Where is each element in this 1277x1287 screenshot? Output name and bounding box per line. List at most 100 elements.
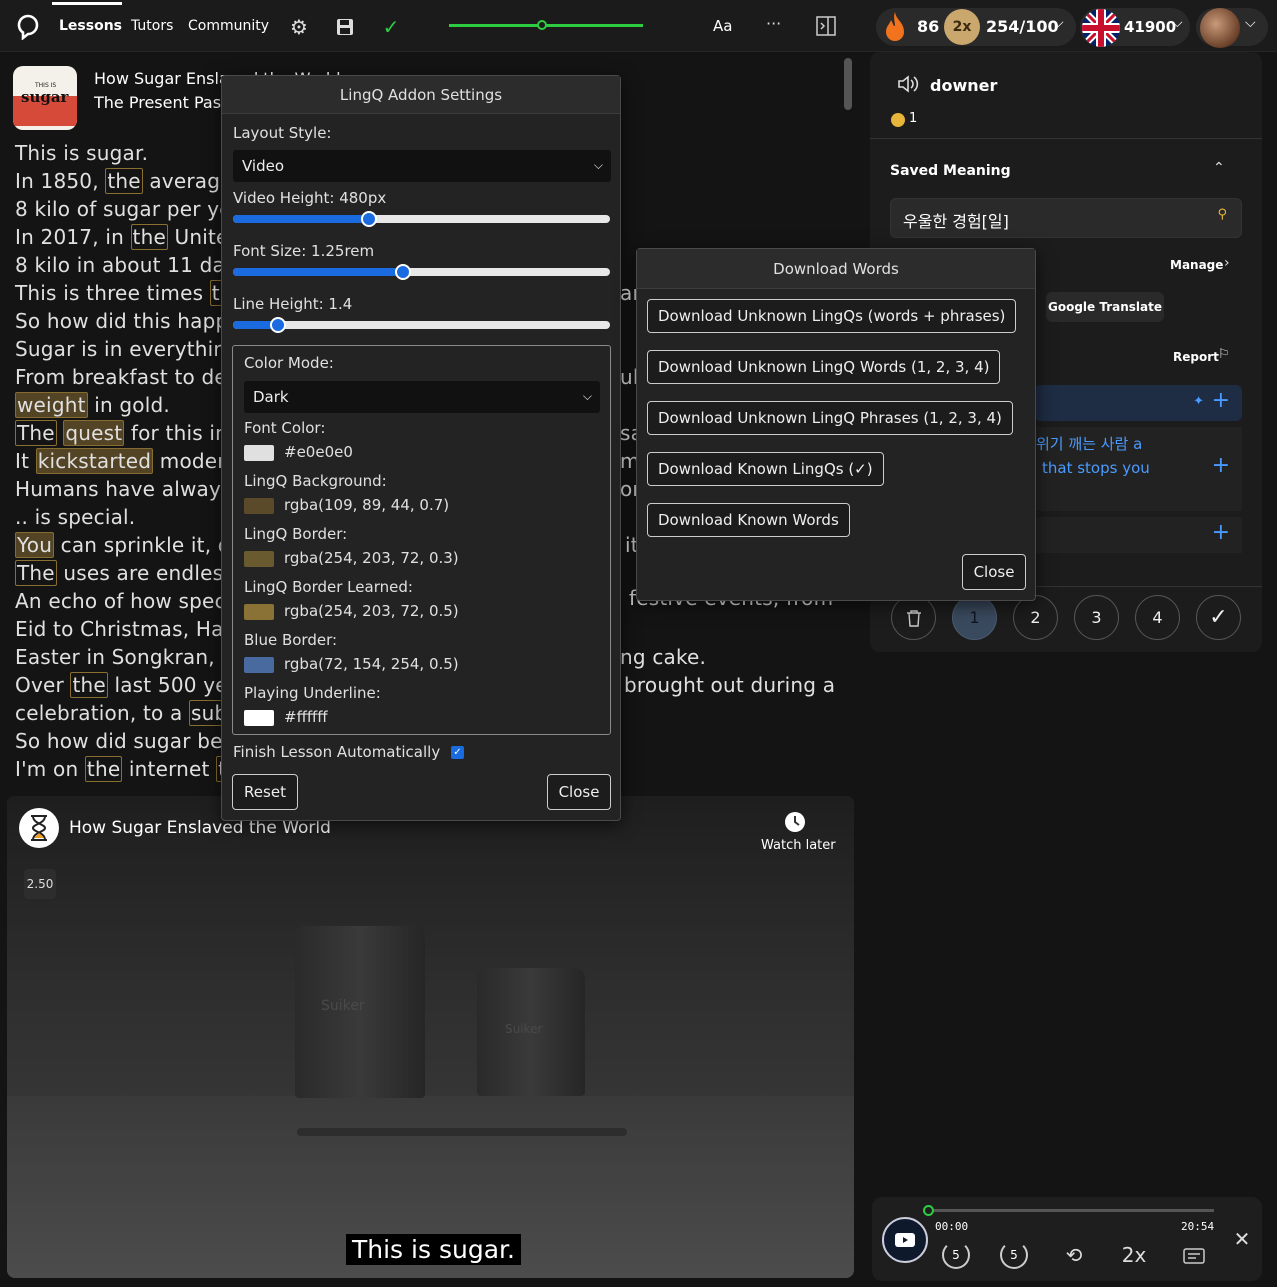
chevron-up-icon[interactable]: ⌃ <box>1213 160 1225 176</box>
download-known-words-button[interactable]: Download Known Words <box>647 503 850 537</box>
uk-flag-icon[interactable] <box>1082 9 1120 47</box>
reader-scrollbar[interactable] <box>844 58 852 110</box>
word[interactable]: average <box>143 169 233 193</box>
reader-line[interactable]: Humans have always <box>15 477 232 501</box>
transcript-icon[interactable] <box>1180 1241 1208 1269</box>
close-icon[interactable]: ✕ <box>1230 1227 1254 1251</box>
reader-line[interactable]: Over the last 500 yea <box>15 672 240 698</box>
chevron-down-icon[interactable]: ⌵ <box>1053 15 1064 31</box>
reader-line[interactable]: So how did sugar bec <box>15 729 234 753</box>
add-icon[interactable]: + <box>1212 520 1230 545</box>
word[interactable]: It <box>15 449 36 473</box>
chevron-down-icon[interactable]: ⌵ <box>1245 15 1256 31</box>
slider-knob[interactable] <box>395 264 411 280</box>
known-check-button[interactable]: ✓ <box>1196 595 1241 640</box>
lingq-word[interactable]: The <box>15 420 57 446</box>
reader-line[interactable]: celebration, to a subs <box>15 700 241 726</box>
google-translate-button[interactable]: Google Translate <box>1046 292 1164 322</box>
reset-button[interactable]: Reset <box>232 774 298 810</box>
layout-style-select[interactable]: Video ⌵ <box>233 150 611 182</box>
reader-line[interactable]: I'm on the internet th <box>15 756 242 782</box>
reader-line[interactable]: Sugar is in everything <box>15 337 239 361</box>
lingq-word[interactable]: the <box>70 672 108 698</box>
reader-fragment[interactable]: brought out during a <box>624 673 835 697</box>
lingq-border-swatch[interactable] <box>244 551 274 567</box>
audio-progress-knob[interactable] <box>923 1205 934 1216</box>
hint-card[interactable]: 위기 깨는 사람 a that stops you + <box>1034 427 1242 511</box>
slider-knob[interactable] <box>270 317 286 333</box>
lesson-progress-knob[interactable] <box>537 20 548 30</box>
reader-fragment[interactable]: ng cake. <box>620 645 706 669</box>
tab-tutors[interactable]: Tutors <box>131 18 173 34</box>
reader-line[interactable]: So how did this happe <box>15 309 241 333</box>
font-color-swatch[interactable] <box>244 445 274 461</box>
lingq-bg-swatch[interactable] <box>244 498 274 514</box>
font-size-slider[interactable] <box>233 264 610 280</box>
video-title[interactable]: How Sugar Enslaved the World <box>69 818 331 838</box>
save-icon[interactable] <box>334 16 356 38</box>
add-icon[interactable]: + <box>1212 388 1230 413</box>
lingq-logo-icon[interactable] <box>14 13 42 41</box>
reader-line[interactable]: It kickstarted modern <box>15 448 238 474</box>
lightbulb-icon[interactable]: ⚲ <box>1217 207 1227 222</box>
word[interactable]: celebration, to a <box>15 701 189 725</box>
download-known-lingqs-button[interactable]: Download Known LingQs (✓) <box>647 452 884 486</box>
audio-progress-track[interactable] <box>923 1205 1214 1216</box>
forward-5-icon[interactable]: 5 <box>1000 1241 1028 1269</box>
reader-line[interactable]: From breakfast to des <box>15 365 238 389</box>
sidebar-toggle-icon[interactable] <box>815 15 837 37</box>
line-height-slider[interactable] <box>233 317 610 333</box>
reader-line[interactable]: Eid to Christmas, Han <box>15 617 236 641</box>
reader-line[interactable]: This is sugar. <box>15 141 148 165</box>
sparkle-icon[interactable]: ✦ <box>1193 394 1204 409</box>
blue-border-swatch[interactable] <box>244 657 274 673</box>
reader-line[interactable]: The quest for this inn <box>15 420 241 446</box>
lingq-word[interactable]: quest <box>63 420 125 446</box>
reader-line[interactable]: weight in gold. <box>15 392 170 418</box>
meaning-textarea[interactable]: 우울한 경험[일] ⚲ <box>890 198 1242 238</box>
reader-line[interactable]: In 1850, the average <box>15 168 233 194</box>
word[interactable]: can sprinkle it, di <box>54 533 237 557</box>
lesson-progress-bar[interactable] <box>449 20 643 30</box>
manage-link[interactable]: Manage <box>1170 258 1223 272</box>
level-1-button[interactable]: 1 <box>952 595 997 640</box>
chevron-right-icon[interactable]: › <box>1224 255 1230 271</box>
reader-line[interactable]: This is three times the <box>15 280 248 306</box>
rewind-5-icon[interactable]: 5 <box>942 1241 970 1269</box>
word[interactable]: uses are endless, <box>57 561 241 585</box>
download-close-button[interactable]: Close <box>962 554 1026 590</box>
gear-icon[interactable]: ⚙ <box>288 15 310 39</box>
word[interactable]: I'm on <box>15 757 85 781</box>
lingq-word[interactable]: The <box>15 560 57 586</box>
reader-line[interactable]: In 2017, in the United <box>15 224 241 250</box>
lingq-word[interactable]: the <box>130 224 168 250</box>
slider-knob[interactable] <box>361 211 377 227</box>
reader-line[interactable]: .. is special. <box>15 505 135 529</box>
reader-line[interactable]: You can sprinkle it, di <box>15 532 237 558</box>
reader-line[interactable]: 8 kilo of sugar per yea <box>15 197 244 221</box>
lingq-word[interactable]: You <box>15 532 55 558</box>
word[interactable]: In 1850, <box>15 169 105 193</box>
font-settings-button[interactable]: Aa <box>713 17 732 35</box>
course-title[interactable]: The Present Past <box>94 93 227 112</box>
reader-line[interactable]: Easter in Songkran, M <box>15 645 239 669</box>
playing-underline-swatch[interactable] <box>244 710 274 726</box>
avatar[interactable] <box>1200 8 1240 48</box>
channel-logo[interactable] <box>19 808 59 848</box>
finish-lesson-checkbox[interactable]: ✓ <box>451 746 464 759</box>
download-unknown-phrases-button[interactable]: Download Unknown LingQ Phrases (1, 2, 3,… <box>647 401 1013 435</box>
level-3-button[interactable]: 3 <box>1074 595 1119 640</box>
hint-card[interactable]: + <box>1034 517 1242 553</box>
add-icon[interactable]: + <box>1212 453 1230 478</box>
lingq-word[interactable]: the <box>105 168 143 194</box>
lesson-thumbnail[interactable]: THIS IS sugar <box>13 66 77 130</box>
repeat-icon[interactable]: ⟲ <box>1060 1241 1088 1269</box>
watch-later-button[interactable]: Watch later <box>761 838 836 853</box>
clock-icon[interactable] <box>783 810 807 834</box>
color-mode-select[interactable]: Dark ⌵ <box>244 381 600 413</box>
settings-close-button[interactable]: Close <box>547 774 611 810</box>
reader-line[interactable]: 8 kilo in about 11 day <box>15 253 237 277</box>
download-unknown-lingqs-button[interactable]: Download Unknown LingQs (words + phrases… <box>647 299 1017 333</box>
lingq-border-learned-swatch[interactable] <box>244 604 274 620</box>
reader-line[interactable]: The uses are endless, <box>15 560 241 586</box>
